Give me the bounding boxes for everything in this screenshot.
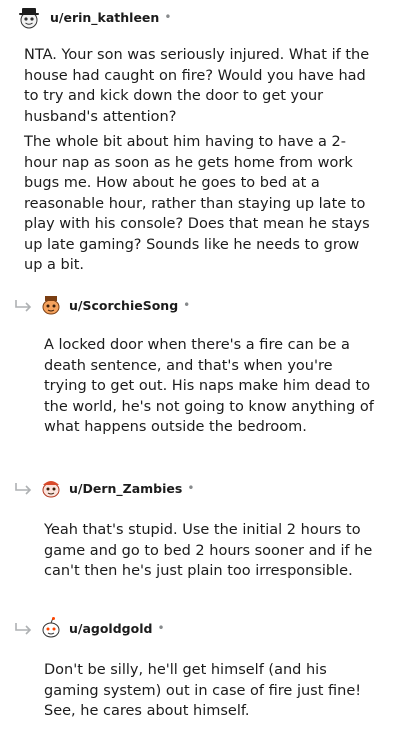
reply-arrow-icon (15, 483, 32, 495)
reply-arrow-icon (15, 300, 32, 312)
comment-username[interactable]: u/Dern_Zambies (69, 481, 182, 496)
comment-body: Yeah that's stupid. Use the initial 2 ho… (44, 520, 378, 582)
separator-dot: • (183, 298, 191, 312)
comment-body: Don't be silly, he'll get himself (and h… (44, 660, 378, 722)
comment-reply: u/Dern_Zambies • Yeah that's stupid. Use… (0, 474, 400, 587)
comment-paragraph: Yeah that's stupid. Use the initial 2 ho… (44, 522, 373, 579)
comment-body: A locked door when there's a fire can be… (44, 335, 378, 438)
comment-paragraph: NTA. Your son was seriously injured. Wha… (24, 47, 370, 125)
comment-header: u/Dern_Zambies • (0, 474, 400, 502)
comment-reply: u/agoldgold • Don't be silly, he'll get … (0, 614, 400, 727)
comment: u/erin_kathleen • NTA. Your son was seri… (0, 3, 400, 281)
comment-username[interactable]: u/agoldgold (69, 621, 152, 636)
snoo-avatar-white-icon[interactable] (38, 615, 64, 641)
comment-body: NTA. Your son was seriously injured. Wha… (24, 45, 374, 276)
snoo-avatar-hat-icon[interactable] (16, 4, 42, 30)
comment-header: u/ScorchieSong • (0, 291, 400, 319)
comment-paragraph: A locked door when there's a fire can be… (44, 337, 374, 435)
comment-header: u/erin_kathleen • (0, 3, 400, 31)
comment-username[interactable]: u/ScorchieSong (69, 298, 178, 313)
comment-header: u/agoldgold • (0, 614, 400, 642)
comment-reply: u/ScorchieSong • A locked door when ther… (0, 291, 400, 443)
snoo-avatar-red-icon[interactable] (38, 475, 64, 501)
separator-dot: • (157, 621, 165, 635)
separator-dot: • (187, 481, 195, 495)
comment-paragraph: Don't be silly, he'll get himself (and h… (44, 662, 362, 719)
reply-arrow-icon (15, 623, 32, 635)
snoo-avatar-orange-icon[interactable] (38, 292, 64, 318)
separator-dot: • (164, 10, 172, 24)
comment-paragraph: The whole bit about him having to have a… (24, 134, 370, 273)
comment-username[interactable]: u/erin_kathleen (50, 10, 159, 25)
